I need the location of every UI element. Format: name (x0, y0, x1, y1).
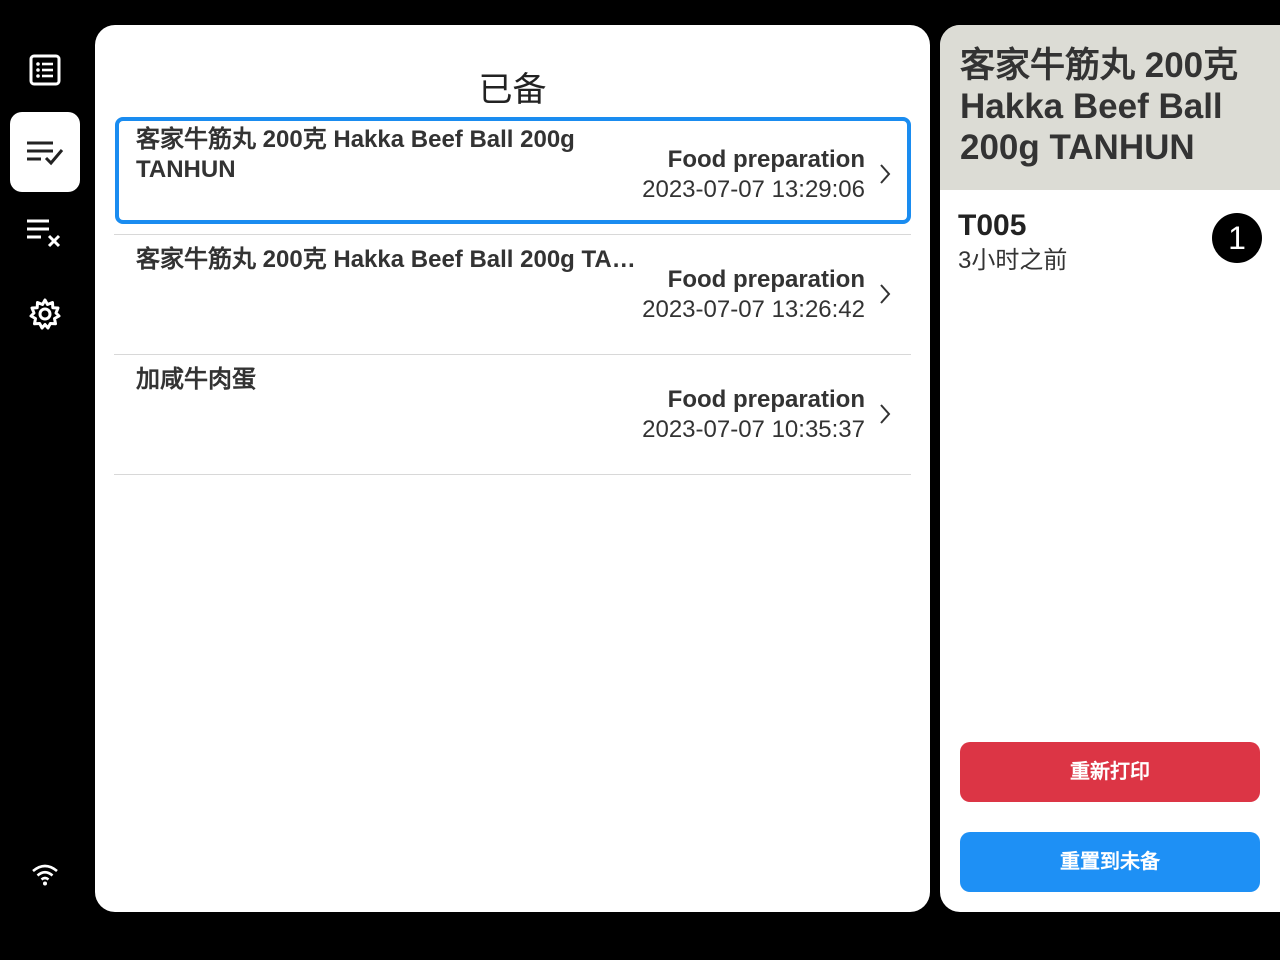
table-number: T005 (958, 209, 1027, 242)
item-name: 客家牛筋丸 200克 Hakka Beef Ball 200g TANHUN (136, 126, 575, 183)
order-list: 客家牛筋丸 200克 Hakka Beef Ball 200g TANHUN F… (114, 115, 911, 475)
wifi-status (30, 862, 60, 888)
side-rail (0, 0, 90, 960)
detail-title: 客家牛筋丸 200克 Hakka Beef Ball 200g TANHUN (960, 46, 1239, 167)
rail-item-all-orders[interactable] (10, 30, 80, 110)
quantity-badge: 1 (1212, 213, 1262, 263)
item-status: Food preparation (667, 146, 865, 173)
item-time: 2023-07-07 13:29:06 (642, 176, 865, 203)
item-time: 2023-07-07 13:26:42 (642, 296, 865, 323)
item-time: 2023-07-07 10:35:37 (642, 416, 865, 443)
app-root: 已备 客家牛筋丸 200克 Hakka Beef Ball 200g TANHU… (0, 0, 1280, 960)
gear-icon (29, 298, 61, 330)
rail-item-settings[interactable] (10, 274, 80, 354)
item-status: Food preparation (667, 386, 865, 413)
list-check-icon (27, 141, 64, 166)
detail-header: 客家牛筋丸 200克 Hakka Beef Ball 200g TANHUN (940, 25, 1280, 190)
page-title-text: 已备 (478, 71, 547, 109)
elapsed-time: 3小时之前 (958, 247, 1068, 274)
list-x-icon (27, 219, 61, 248)
list-icon (29, 54, 61, 86)
wifi-icon (32, 864, 58, 886)
reprint-button[interactable]: 重新打印 (960, 742, 1260, 802)
chevron-right-icon (880, 164, 891, 184)
rail-item-prepared[interactable] (10, 112, 80, 192)
order-list-panel: 已备 客家牛筋丸 200克 Hakka Beef Ball 200g TANHU… (95, 25, 930, 912)
list-item[interactable]: 客家牛筋丸 200克 Hakka Beef Ball 200g TANHUN F… (114, 115, 911, 235)
list-item[interactable]: 加咸牛肉蛋 Food preparation 2023-07-07 10:35:… (114, 355, 911, 475)
page-title: 已备 (95, 65, 930, 115)
item-meta: Food preparation 2023-07-07 10:35:37 (642, 385, 865, 445)
order-detail-panel: 客家牛筋丸 200克 Hakka Beef Ball 200g TANHUN T… (940, 25, 1280, 912)
list-item[interactable]: 客家牛筋丸 200克 Hakka Beef Ball 200g TANHUN F… (114, 235, 911, 355)
rail-item-cancelled[interactable] (10, 192, 80, 272)
item-name: 加咸牛肉蛋 (136, 366, 256, 393)
item-name: 客家牛筋丸 200克 Hakka Beef Ball 200g TANHUN (136, 246, 636, 273)
chevron-right-icon (880, 284, 891, 304)
item-status: Food preparation (667, 266, 865, 293)
item-meta: Food preparation 2023-07-07 13:29:06 (642, 145, 865, 205)
chevron-right-icon (880, 404, 891, 424)
item-meta: Food preparation 2023-07-07 13:26:42 (642, 265, 865, 325)
reset-to-unprepared-button[interactable]: 重置到未备 (960, 832, 1260, 892)
